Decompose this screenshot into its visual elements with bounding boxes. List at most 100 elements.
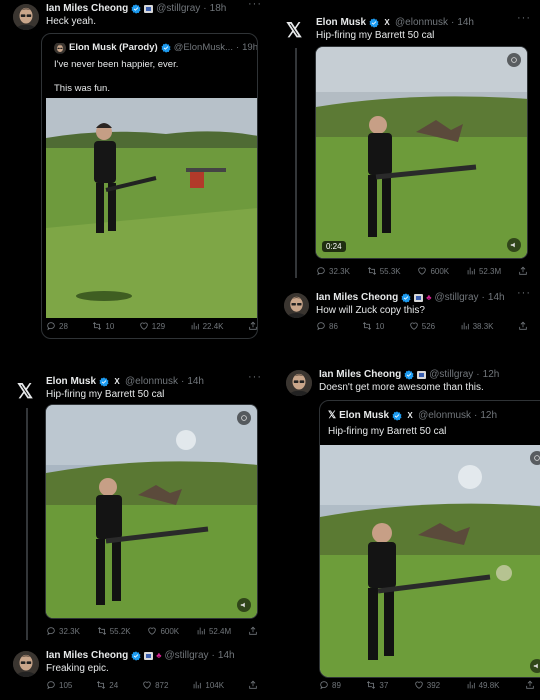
quoted-tweet[interactable]: Elon Musk (Parody) @ElonMusk... · 19h I'… xyxy=(41,33,258,339)
tweet-text: Heck yeah. xyxy=(46,16,97,27)
quoted-handle: @elonmusk xyxy=(418,410,472,421)
verified-icon xyxy=(99,377,109,387)
repost-button[interactable]: 10 xyxy=(92,321,114,331)
tweet-text: Hip-firing my Barrett 50 cal xyxy=(46,389,165,400)
reply-author-name[interactable]: Ian Miles Cheong xyxy=(316,292,398,303)
views-button[interactable]: 38.3K xyxy=(460,321,493,331)
views-button[interactable]: 104K xyxy=(192,680,224,690)
author-handle[interactable]: @stillgray xyxy=(156,3,200,14)
video-frame xyxy=(316,47,527,258)
like-button[interactable]: 392 xyxy=(414,680,440,690)
quoted-handle: @ElonMusk... xyxy=(173,42,233,53)
gif-settings-icon[interactable] xyxy=(507,53,521,67)
views-button[interactable]: 22.4K xyxy=(190,321,223,331)
share-button[interactable] xyxy=(248,321,258,331)
timestamp[interactable]: 18h xyxy=(210,3,227,14)
mute-toggle-icon[interactable] xyxy=(237,598,251,612)
share-button[interactable] xyxy=(248,626,258,636)
like-button[interactable]: 526 xyxy=(409,321,435,331)
author-name[interactable]: Elon Musk xyxy=(46,376,96,387)
reply-icon xyxy=(46,680,56,690)
quoted-avatar xyxy=(54,42,66,54)
like-button[interactable]: 600K xyxy=(147,626,179,636)
reply-button[interactable]: 32.3K xyxy=(316,266,350,276)
reply-action-bar: 105 24 872 104K xyxy=(46,680,258,690)
quoted-video[interactable] xyxy=(320,445,540,677)
like-button[interactable]: 600K xyxy=(417,266,449,276)
author-name[interactable]: Ian Miles Cheong xyxy=(46,3,128,14)
reply-button[interactable]: 89 xyxy=(319,680,341,690)
repost-button[interactable]: 24 xyxy=(96,680,118,690)
repost-button[interactable]: 55.2K xyxy=(97,626,131,636)
timestamp[interactable]: 12h xyxy=(483,369,500,380)
reply-avatar[interactable] xyxy=(284,293,309,318)
author-handle[interactable]: @elonmusk xyxy=(395,17,448,28)
views-button[interactable]: 52.3M xyxy=(466,266,501,276)
quoted-tweet[interactable]: 𝕏 Elon Musk X @elonmusk · 12h Hip-firing… xyxy=(319,400,540,678)
tweet-video[interactable]: 0:24 xyxy=(315,46,528,259)
share-button[interactable] xyxy=(518,266,528,276)
like-icon xyxy=(139,321,149,331)
quoted-text-line2: This was fun. xyxy=(54,83,110,94)
more-icon[interactable]: ··· xyxy=(517,12,531,24)
reply-author-name[interactable]: Ian Miles Cheong xyxy=(46,650,128,661)
reply-timestamp[interactable]: 14h xyxy=(488,292,505,303)
emoji-icon: ♣ xyxy=(426,293,432,302)
mute-toggle-icon[interactable] xyxy=(507,238,521,252)
repost-icon xyxy=(367,266,377,276)
author-handle[interactable]: @stillgray xyxy=(429,369,473,380)
like-button[interactable]: 872 xyxy=(142,680,168,690)
reply-handle[interactable]: @stillgray xyxy=(434,292,478,303)
timestamp[interactable]: 14h xyxy=(457,17,474,28)
share-button[interactable] xyxy=(525,680,535,690)
repost-button[interactable]: 55.3K xyxy=(367,266,401,276)
tweet-video[interactable] xyxy=(45,404,258,619)
x-badge-icon: X xyxy=(407,411,413,420)
more-icon[interactable]: ··· xyxy=(248,371,262,383)
share-button[interactable] xyxy=(248,680,258,690)
timestamp[interactable]: 14h xyxy=(187,376,204,387)
quoted-timestamp: 19h xyxy=(242,42,258,53)
share-icon xyxy=(525,680,535,690)
share-button[interactable] xyxy=(518,321,528,331)
views-button[interactable]: 49.8K xyxy=(466,680,499,690)
share-icon xyxy=(518,321,528,331)
verified-icon xyxy=(161,43,171,53)
avatar[interactable] xyxy=(13,4,39,30)
repost-icon xyxy=(92,321,102,331)
views-icon xyxy=(196,626,206,636)
verified-icon xyxy=(392,411,402,421)
affiliate-badge-icon xyxy=(144,4,154,13)
author-name[interactable]: Elon Musk xyxy=(316,17,366,28)
repost-button[interactable]: 37 xyxy=(366,680,388,690)
like-button[interactable]: 129 xyxy=(139,321,165,331)
like-icon xyxy=(417,266,427,276)
reply-button[interactable]: 86 xyxy=(316,321,338,331)
tweet-photo[interactable] xyxy=(46,98,257,318)
x-logo-icon: 𝕏 xyxy=(17,381,34,403)
more-icon[interactable]: ··· xyxy=(248,0,262,10)
reply-button[interactable]: 28 xyxy=(46,321,68,331)
reply-handle[interactable]: @stillgray xyxy=(164,650,208,661)
reply-button[interactable]: 32.3K xyxy=(46,626,80,636)
x-logo-icon: 𝕏 xyxy=(328,410,337,421)
author-handle[interactable]: @elonmusk xyxy=(125,376,178,387)
reply-timestamp[interactable]: 14h xyxy=(218,650,235,661)
share-icon xyxy=(518,266,528,276)
share-icon xyxy=(248,680,258,690)
avatar[interactable] xyxy=(286,370,312,396)
gif-settings-icon[interactable] xyxy=(237,411,251,425)
tweet-text: Hip-firing my Barrett 50 cal xyxy=(316,30,435,41)
gif-settings-icon[interactable] xyxy=(530,451,540,465)
author-name[interactable]: Ian Miles Cheong xyxy=(319,369,401,380)
views-button[interactable]: 52.4M xyxy=(196,626,231,636)
mute-toggle-icon[interactable] xyxy=(530,659,540,673)
repost-button[interactable]: 10 xyxy=(362,321,384,331)
reply-icon xyxy=(316,321,326,331)
reply-action-bar: 86 10 526 38.3K xyxy=(316,321,528,331)
reply-button[interactable]: 105 xyxy=(46,680,72,690)
affiliate-badge-icon xyxy=(414,293,424,302)
x-logo-icon: 𝕏 xyxy=(286,20,303,42)
more-icon[interactable]: ··· xyxy=(517,287,531,299)
reply-avatar[interactable] xyxy=(13,651,39,677)
